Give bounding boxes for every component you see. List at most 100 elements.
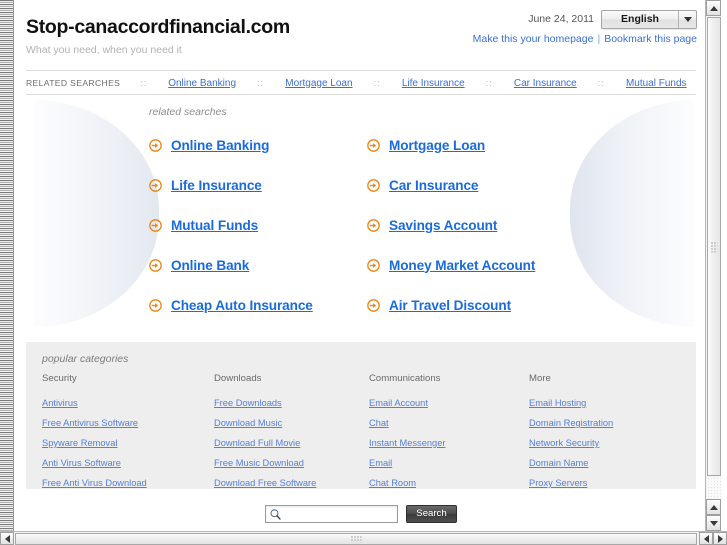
related-searches-items: :: Online Banking :: Mortgage Loan :: Li… — [128, 78, 696, 89]
arrow-right-circle-icon — [367, 178, 380, 192]
category-column-more: More Email Hosting Domain Registration N… — [529, 373, 689, 493]
related-search-link-3[interactable]: Life Insurance — [402, 78, 465, 89]
category-link[interactable]: Email Account — [369, 393, 529, 413]
window-left-texture — [0, 0, 14, 531]
category-link[interactable]: Free Anti Virus Download — [42, 473, 214, 493]
related-link-label[interactable]: Money Market Account — [389, 258, 535, 273]
category-link[interactable]: Chat — [369, 413, 529, 433]
decorative-left-semicircle — [34, 100, 159, 327]
category-link[interactable]: Download Full Movie — [214, 433, 369, 453]
arrow-right-circle-icon — [149, 218, 162, 232]
related-link-label[interactable]: Savings Account — [389, 218, 497, 233]
category-link[interactable]: Email — [369, 453, 529, 473]
arrow-right-circle-icon — [149, 138, 162, 152]
scroll-thumb-grip-icon — [710, 241, 718, 252]
chevron-down-icon — [678, 10, 696, 28]
bookmark-page-link[interactable]: Bookmark this page — [604, 33, 697, 45]
page-content: Stop-canaccordfinancial.com What you nee… — [15, 0, 707, 531]
category-column-security: Security Antivirus Free Antivirus Softwa… — [42, 373, 214, 493]
page-viewport: Stop-canaccordfinancial.com What you nee… — [15, 0, 707, 531]
related-link-label[interactable]: Online Banking — [171, 138, 269, 153]
current-date: June 24, 2011 — [528, 13, 594, 25]
search-field-wrapper[interactable] — [265, 505, 418, 523]
related-link-item[interactable]: Mortgage Loan — [367, 125, 589, 165]
related-link-item[interactable]: Cheap Auto Insurance — [149, 285, 367, 325]
scroll-left-button[interactable] — [0, 532, 14, 545]
category-link[interactable]: Anti Virus Software — [42, 453, 214, 473]
arrow-right-circle-icon — [149, 258, 162, 272]
viewport-right-filler — [720, 0, 727, 531]
category-link[interactable]: Chat Room — [369, 473, 529, 493]
category-link[interactable]: Domain Name — [529, 453, 689, 473]
related-link-item[interactable]: Money Market Account — [367, 245, 589, 285]
popular-categories-panel: popular categories Security Antivirus Fr… — [26, 342, 696, 489]
category-link[interactable]: Email Hosting — [529, 393, 689, 413]
related-link-label[interactable]: Car Insurance — [389, 178, 478, 193]
date-language-row: June 24, 2011 English — [397, 8, 697, 30]
related-link-label[interactable]: Mutual Funds — [171, 218, 258, 233]
category-link[interactable]: Free Antivirus Software — [42, 413, 214, 433]
scroll-up-button[interactable] — [706, 0, 721, 16]
category-link[interactable]: Download Music — [214, 413, 369, 433]
dots-separator-icon: :: — [597, 78, 605, 88]
category-title: Communications — [369, 373, 441, 384]
category-link[interactable]: Spyware Removal — [42, 433, 214, 453]
related-link-label[interactable]: Life Insurance — [171, 178, 262, 193]
related-search-link-4[interactable]: Car Insurance — [514, 78, 577, 89]
main-related-searches-block: related searches Online Banking Mortgage… — [15, 96, 707, 336]
search-icon — [270, 508, 281, 520]
related-link-item[interactable]: Air Travel Discount — [367, 285, 589, 325]
related-search-link-1[interactable]: Online Banking — [168, 78, 236, 89]
dots-separator-icon: :: — [257, 78, 265, 88]
browser-window: Stop-canaccordfinancial.com What you nee… — [0, 0, 727, 545]
category-link[interactable]: Instant Messenger — [369, 433, 529, 453]
category-link[interactable]: Network Security — [529, 433, 689, 453]
category-link[interactable]: Free Music Download — [214, 453, 369, 473]
header-links: Make this your homepage | Bookmark this pa… — [397, 33, 697, 45]
scroll-thumb-grip-icon — [350, 535, 362, 543]
scroll-down-button-upper[interactable] — [706, 499, 721, 515]
arrow-right-circle-icon — [367, 258, 380, 272]
related-link-label[interactable]: Cheap Auto Insurance — [171, 298, 313, 313]
brand-block: Stop-canaccordfinancial.com What you nee… — [26, 16, 290, 56]
search-bar: Search — [15, 505, 707, 523]
category-link[interactable]: Antivirus — [42, 393, 214, 413]
related-searches-heading: related searches — [149, 106, 227, 118]
category-title: Downloads — [214, 373, 262, 384]
dots-separator-icon: :: — [485, 78, 493, 88]
related-link-item[interactable]: Online Bank — [149, 245, 367, 285]
scroll-right-button[interactable] — [713, 532, 727, 545]
related-link-label[interactable]: Air Travel Discount — [389, 298, 511, 313]
dots-separator-icon: :: — [140, 78, 148, 88]
category-link[interactable]: Domain Registration — [529, 413, 689, 433]
related-link-item[interactable]: Life Insurance — [149, 165, 367, 205]
related-search-link-5[interactable]: Mutual Funds — [626, 78, 687, 89]
popular-categories-heading: popular categories — [42, 353, 129, 365]
horizontal-scroll-thumb[interactable] — [15, 533, 697, 545]
scroll-down-button[interactable] — [706, 515, 721, 531]
arrow-right-circle-icon — [367, 138, 380, 152]
related-link-label[interactable]: Online Bank — [171, 258, 249, 273]
category-column-communications: Communications Email Account Chat Instan… — [369, 373, 529, 493]
make-homepage-link[interactable]: Make this your homepage — [473, 33, 594, 45]
related-link-item[interactable]: Online Banking — [149, 125, 367, 165]
vertical-scrollbar[interactable] — [705, 0, 721, 531]
scroll-left-button-right-pair[interactable] — [699, 532, 713, 545]
language-select[interactable]: English — [601, 9, 697, 29]
related-link-item[interactable]: Mutual Funds — [149, 205, 367, 245]
related-link-label[interactable]: Mortgage Loan — [389, 138, 485, 153]
related-search-link-2[interactable]: Mortgage Loan — [285, 78, 352, 89]
category-link[interactable]: Download Free Software — [214, 473, 369, 493]
search-input[interactable] — [282, 507, 418, 521]
vertical-scroll-track[interactable] — [707, 477, 721, 498]
site-tagline: What you need, when you need it — [26, 44, 182, 56]
horizontal-scrollbar[interactable] — [0, 531, 727, 545]
category-link[interactable]: Proxy Servers — [529, 473, 689, 493]
vertical-scroll-thumb[interactable] — [707, 17, 721, 476]
related-link-item[interactable]: Savings Account — [367, 205, 589, 245]
arrow-right-circle-icon — [367, 298, 380, 312]
header-utility-area: June 24, 2011 English Make this your hom… — [397, 8, 697, 45]
related-link-item[interactable]: Car Insurance — [367, 165, 589, 205]
category-title: Security — [42, 373, 77, 384]
category-link[interactable]: Free Downloads — [214, 393, 369, 413]
